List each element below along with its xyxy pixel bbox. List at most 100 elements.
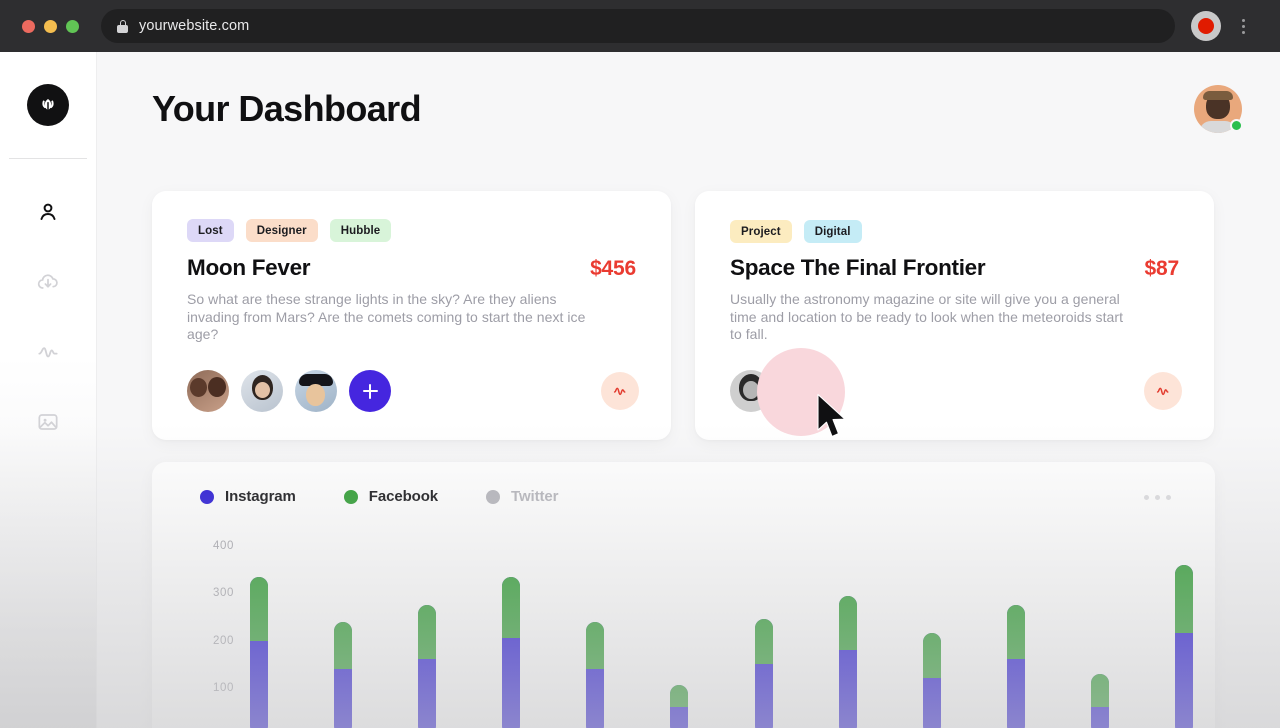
legend-item-facebook[interactable]: Facebook <box>343 488 439 505</box>
y-axis-tick-label: 400 <box>213 540 234 552</box>
legend-swatch-facebook <box>343 489 358 504</box>
card-price: $87 <box>1144 257 1180 280</box>
card-title: Space The Final Frontier <box>730 255 986 280</box>
sidebar-item-downloads[interactable] <box>26 265 70 299</box>
chart-bar-column[interactable]: 05 <box>586 546 605 728</box>
chart-bar-column[interactable]: 01 <box>250 546 268 728</box>
activity-pulse-icon[interactable] <box>1144 372 1182 410</box>
member-avatar[interactable] <box>241 370 283 412</box>
social-stats-chart-card: Instagram Facebook Twitter 400 300 200 100 0… <box>152 462 1215 728</box>
maximize-window-button[interactable] <box>66 19 79 33</box>
chart-bar-column[interactable]: 10 <box>1006 546 1025 728</box>
tag-designer[interactable]: Designer <box>245 219 318 242</box>
chart-bar-stack <box>1175 564 1193 728</box>
chart-bar-stack <box>1090 673 1109 728</box>
chart-bar-segment-facebook <box>1175 564 1193 634</box>
project-card-moon-fever[interactable]: Lost Designer Hubble Moon Fever $456 So … <box>152 191 671 440</box>
window-traffic-lights <box>22 19 79 33</box>
chart-bar-column[interactable]: 06 <box>670 546 689 728</box>
url-text: yourwebsite.com <box>139 18 250 34</box>
chart-bar-stack <box>838 595 857 728</box>
chart-legend: Instagram Facebook Twitter <box>200 488 558 505</box>
card-title: Moon Fever <box>187 255 311 280</box>
chart-bar-stack <box>1006 605 1025 728</box>
chart-bar-column[interactable]: 11 <box>1090 546 1109 728</box>
legend-label: Twitter <box>511 488 559 505</box>
chart-bar-segment-facebook <box>586 621 605 669</box>
more-options-icon[interactable] <box>1144 495 1171 500</box>
close-window-button[interactable] <box>22 19 35 33</box>
chart-bar-segment-facebook <box>1090 673 1109 707</box>
chart-bar-segment-facebook <box>418 605 437 660</box>
chart-bars: 01 02 03 04 05 06 07 08 09 10 11 12 <box>250 546 1193 728</box>
card-description: So what are these strange lights in the … <box>187 291 586 342</box>
image-icon <box>38 414 58 430</box>
record-icon[interactable] <box>1191 11 1221 41</box>
sidebar-divider <box>9 158 87 159</box>
card-price: $456 <box>590 257 636 280</box>
card-footer <box>730 348 1182 436</box>
y-axis-tick-label: 100 <box>213 681 234 694</box>
add-member-button[interactable] <box>349 370 391 412</box>
page-title: Your Dashboard <box>152 88 422 129</box>
cloud-download-icon <box>37 274 58 289</box>
chart-plot-area: 4003002001000 010203040506070809101112 <box>200 540 1193 728</box>
legend-item-instagram[interactable]: Instagram <box>200 488 296 505</box>
minimize-window-button[interactable] <box>44 19 57 33</box>
chart-bar-column[interactable]: 02 <box>334 546 353 728</box>
legend-swatch-twitter <box>486 489 501 504</box>
chart-bar-stack <box>754 619 773 728</box>
chart-bar-stack <box>334 621 353 728</box>
page-header: Your Dashboard <box>152 78 1243 140</box>
user-profile-button[interactable] <box>1194 85 1243 133</box>
legend-label: Facebook <box>368 488 439 505</box>
status-badge <box>1230 119 1243 132</box>
card-title-row: Moon Fever $456 <box>187 255 636 281</box>
chart-bar-stack <box>922 633 941 728</box>
chart-bar-column[interactable]: 04 <box>502 546 521 728</box>
browser-chrome: yourwebsite.com <box>0 0 1280 52</box>
sidebar-item-activity[interactable] <box>26 335 70 369</box>
chart-bar-column[interactable]: 08 <box>838 546 857 728</box>
lock-icon <box>117 19 128 33</box>
chart-bar-stack <box>418 605 437 728</box>
chart-bar-column[interactable]: 12 <box>1175 546 1193 728</box>
tag-hubble[interactable]: Hubble <box>329 219 392 242</box>
chart-bar-segment-facebook <box>754 619 773 665</box>
chart-bar-stack <box>670 685 689 728</box>
tag-list: Lost Designer Hubble <box>187 219 392 242</box>
tag-lost[interactable]: Lost <box>187 219 234 242</box>
chart-bar-column[interactable]: 09 <box>922 546 941 728</box>
member-avatar[interactable] <box>295 370 337 412</box>
user-icon <box>40 203 56 220</box>
address-bar[interactable]: yourwebsite.com <box>101 9 1175 43</box>
member-avatar[interactable] <box>187 370 229 412</box>
chart-bar-column[interactable]: 07 <box>754 546 773 728</box>
legend-swatch-instagram <box>200 489 214 504</box>
project-card-space-the-final-frontier[interactable]: Project Digital Space The Final Frontier… <box>695 191 1214 440</box>
kebab-menu-icon[interactable] <box>1235 18 1251 34</box>
chart-bar-segment-facebook <box>250 576 268 641</box>
leaf-logo-icon[interactable] <box>27 84 69 126</box>
chart-bar-segment-facebook <box>838 595 857 650</box>
y-axis-tick-label: 300 <box>213 587 234 600</box>
tag-digital[interactable]: Digital <box>803 220 862 243</box>
card-title-row: Space The Final Frontier $87 <box>730 255 1179 281</box>
legend-item-twitter[interactable]: Twitter <box>486 488 558 505</box>
tag-list: Project Digital <box>730 220 862 243</box>
chart-bar-column[interactable]: 03 <box>418 546 437 728</box>
sidebar-item-profile[interactable] <box>26 195 70 229</box>
chart-bar-segment-facebook <box>922 633 941 679</box>
card-footer <box>187 370 639 412</box>
activity-pulse-icon[interactable] <box>601 372 639 410</box>
sidebar <box>0 52 97 728</box>
sidebar-item-gallery[interactable] <box>26 405 70 439</box>
chart-bar-segment-facebook <box>334 621 353 669</box>
member-avatar-group <box>730 348 845 436</box>
tag-project[interactable]: Project <box>730 220 792 243</box>
main-content: Your Dashboard Lost Designer Hubble Moon… <box>97 52 1280 728</box>
chart-bar-segment-facebook <box>670 685 689 707</box>
legend-label: Instagram <box>225 488 296 505</box>
activity-pulse-icon <box>38 347 58 358</box>
chart-bar-stack <box>502 576 521 728</box>
